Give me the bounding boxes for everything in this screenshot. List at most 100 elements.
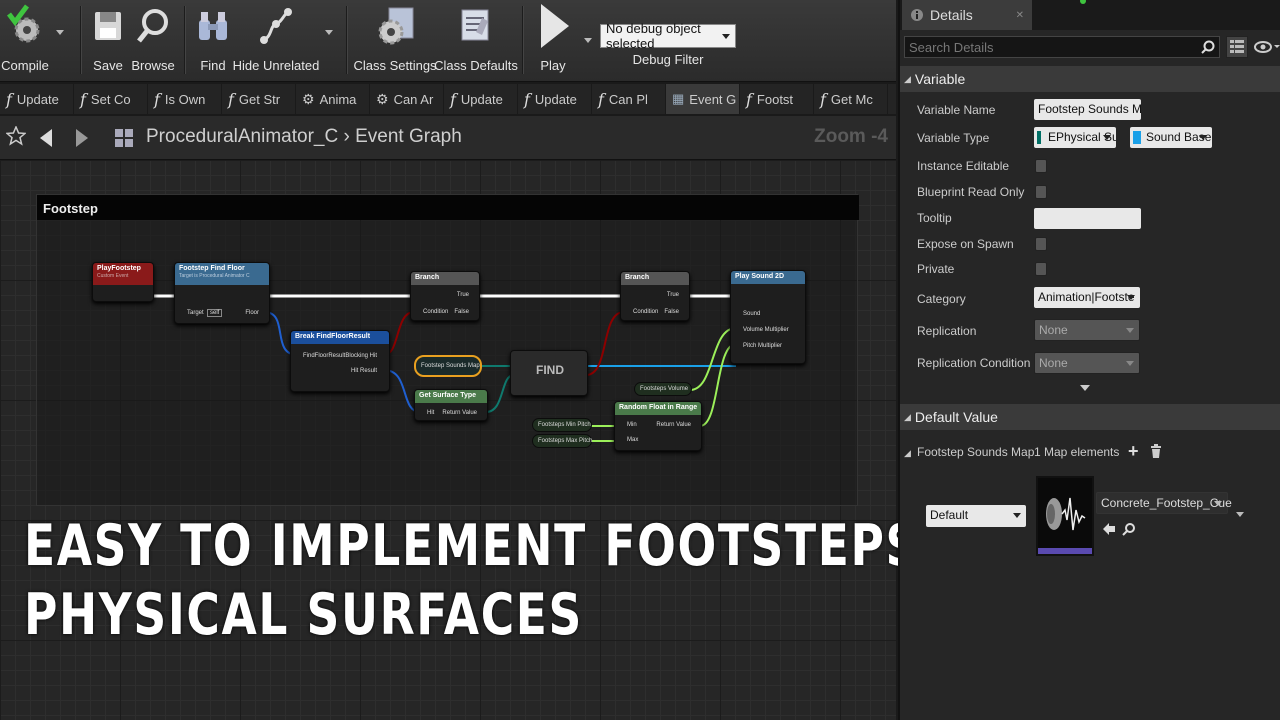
compile-button[interactable]: Compile bbox=[1, 4, 49, 76]
tab-9[interactable]: ▦ Event G bbox=[666, 84, 740, 114]
category-combo[interactable]: Animation|Footste bbox=[1034, 287, 1140, 308]
private-checkbox[interactable] bbox=[1035, 262, 1047, 276]
node-footsteps-max-pitch[interactable]: Footsteps Max Pitch bbox=[532, 434, 592, 448]
breadcrumb: ProceduralAnimator_C › Event Graph bbox=[146, 126, 462, 148]
zoom-level: Zoom -4 bbox=[814, 126, 888, 147]
tab-2[interactable]: f Is Own bbox=[148, 84, 222, 114]
collapse-triangle-icon: ◢ bbox=[904, 73, 911, 84]
class-defaults-button[interactable]: Class Defaults bbox=[434, 4, 518, 76]
overlay-title: EASY TO IMPLEMENT FOOTSTEPS USING PHYSIC… bbox=[24, 513, 1108, 648]
tab-1[interactable]: f Set Co bbox=[74, 84, 148, 114]
separator bbox=[80, 6, 81, 74]
breadcrumb-bar: ProceduralAnimator_C › Event Graph Zoom … bbox=[0, 116, 896, 160]
node-random-float-in-range[interactable]: Random Float in Range Min Return Value M… bbox=[614, 401, 702, 451]
chevron-down-icon bbox=[1126, 361, 1134, 366]
browse-button[interactable]: Browse bbox=[131, 4, 175, 76]
node-get-surface-type[interactable]: Get Surface Type Hit Return Value bbox=[414, 389, 488, 421]
replication-select[interactable]: None bbox=[1034, 319, 1140, 341]
find-button[interactable]: Find bbox=[194, 4, 232, 76]
function-icon: f bbox=[228, 89, 234, 109]
tab-details[interactable]: Details ✕ bbox=[902, 0, 1032, 30]
class-settings-button[interactable]: Class Settings bbox=[353, 4, 437, 76]
chevron-down-icon bbox=[1013, 513, 1021, 518]
node-branch-1[interactable]: Branch True Condition False bbox=[410, 271, 480, 321]
browse-asset-icon[interactable] bbox=[1122, 522, 1136, 536]
sound-cue-thumbnail[interactable] bbox=[1036, 476, 1094, 556]
class-settings-gear-icon bbox=[375, 4, 415, 48]
node-footsteps-volume[interactable]: Footsteps Volume bbox=[634, 382, 692, 396]
compile-options-arrow[interactable] bbox=[56, 30, 64, 35]
gear-icon: ⚙ bbox=[302, 90, 315, 107]
tab-0[interactable]: f Update bbox=[0, 84, 74, 114]
eye-visibility-icon[interactable] bbox=[1254, 40, 1280, 54]
breadcrumb-separator: › bbox=[343, 126, 350, 147]
map-key-select[interactable]: Default bbox=[926, 505, 1026, 527]
tab-8[interactable]: f Can Pl bbox=[592, 84, 666, 114]
play-button[interactable]: Play bbox=[532, 4, 574, 76]
gear-icon: ⚙ bbox=[376, 90, 389, 107]
function-icon: f bbox=[450, 89, 456, 109]
tab-6[interactable]: f Update bbox=[444, 84, 518, 114]
node-branch-2[interactable]: Branch True Condition False bbox=[620, 271, 690, 321]
tab-11[interactable]: f Get Mc bbox=[814, 84, 888, 114]
advanced-expand-arrow[interactable] bbox=[1080, 385, 1090, 391]
variable-name-field[interactable]: Footstep Sounds Map bbox=[1034, 99, 1141, 120]
blueprint-read-only-label: Blueprint Read Only bbox=[917, 185, 1025, 199]
tooltip-field[interactable] bbox=[1034, 208, 1141, 229]
node-graph-icon bbox=[256, 4, 296, 48]
node-find-floor[interactable]: Footstep Find Floor Target is Procedural … bbox=[174, 262, 270, 324]
tab-3[interactable]: f Get Str bbox=[222, 84, 296, 114]
tab-7[interactable]: f Update bbox=[518, 84, 592, 114]
property-matrix-icon[interactable] bbox=[1226, 36, 1248, 58]
replication-condition-select[interactable]: None bbox=[1034, 352, 1140, 374]
tab-10[interactable]: f Footst bbox=[740, 84, 814, 114]
variable-section-header[interactable]: ◢ Variable bbox=[900, 66, 1280, 92]
star-icon[interactable] bbox=[6, 126, 26, 146]
save-button[interactable]: Save bbox=[90, 4, 126, 76]
map-key-type-select[interactable]: EPhysical Su bbox=[1034, 127, 1116, 148]
instance-editable-checkbox[interactable] bbox=[1035, 159, 1047, 173]
blueprint-read-only-checkbox[interactable] bbox=[1035, 185, 1047, 199]
forward-arrow-icon[interactable] bbox=[74, 128, 90, 148]
use-selected-arrow-icon[interactable] bbox=[1102, 522, 1116, 536]
object-type-icon bbox=[1133, 131, 1141, 144]
variable-type-label: Variable Type bbox=[917, 131, 990, 145]
chevron-down-icon bbox=[1103, 135, 1111, 140]
trash-icon[interactable] bbox=[1150, 444, 1162, 458]
play-options-arrow[interactable] bbox=[584, 38, 592, 43]
chevron-down-icon bbox=[1127, 295, 1135, 300]
node-play-footstep[interactable]: PlayFootstep Custom Event bbox=[92, 262, 154, 302]
node-footstep-sounds-map[interactable]: Footstep Sounds Map bbox=[414, 355, 482, 377]
add-element-icon[interactable]: + bbox=[1128, 441, 1139, 462]
close-icon[interactable]: ✕ bbox=[1016, 10, 1024, 21]
hide-unrelated-button[interactable]: Hide Unrelated bbox=[233, 4, 319, 76]
node-play-sound-2d[interactable]: Play Sound 2D Sound Volume Multiplier Pi… bbox=[730, 270, 806, 364]
back-arrow-icon[interactable] bbox=[38, 128, 54, 148]
class-defaults-icon bbox=[456, 4, 496, 48]
node-break-find-floor-result[interactable]: Break FindFloorResult FindFloorResult Bl… bbox=[290, 330, 390, 392]
graph-tabs: f Update f Set Co f Is Own f Get Str ⚙ Anima … bbox=[0, 84, 896, 114]
debug-object-select[interactable]: No debug object selected bbox=[600, 21, 736, 51]
map-expand-triangle-icon[interactable]: ◢ bbox=[904, 445, 911, 459]
asset-options-arrow[interactable] bbox=[1236, 512, 1244, 517]
node-find[interactable]: FIND bbox=[510, 350, 588, 396]
toolbar: Compile Save Browse Find Hide Unrelated … bbox=[0, 0, 896, 82]
separator bbox=[184, 6, 185, 74]
status-dot bbox=[1080, 0, 1086, 4]
hide-unrelated-options-arrow[interactable] bbox=[325, 30, 333, 35]
search-details-input[interactable]: Search Details bbox=[904, 36, 1220, 58]
node-footsteps-min-pitch[interactable]: Footsteps Min Pitch bbox=[532, 418, 592, 432]
graph-canvas[interactable]: Footstep PlayFootstep Custom Event Foots… bbox=[0, 160, 1108, 720]
default-value-section-header[interactable]: ◢ Default Value bbox=[900, 404, 1280, 430]
breadcrumb-class[interactable]: ProceduralAnimator_C bbox=[146, 126, 338, 147]
tab-5[interactable]: ⚙ Can Ar bbox=[370, 84, 444, 114]
map-value-type-select[interactable]: Sound Base bbox=[1130, 127, 1212, 148]
tab-4[interactable]: ⚙ Anima bbox=[296, 84, 370, 114]
byte-type-icon bbox=[1037, 131, 1041, 144]
function-icon: f bbox=[746, 89, 752, 109]
sound-asset-picker[interactable]: Concrete_Footstep_Cue bbox=[1096, 492, 1232, 514]
separator bbox=[346, 6, 347, 74]
private-label: Private bbox=[917, 262, 955, 276]
expose-on-spawn-label: Expose on Spawn bbox=[917, 237, 1014, 251]
expose-on-spawn-checkbox[interactable] bbox=[1035, 237, 1047, 251]
